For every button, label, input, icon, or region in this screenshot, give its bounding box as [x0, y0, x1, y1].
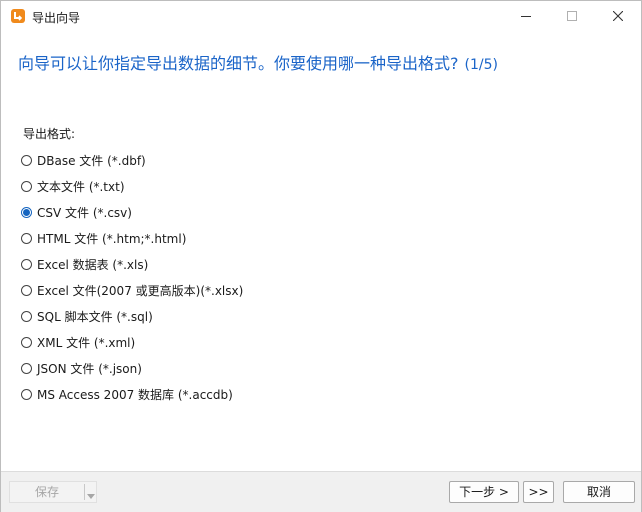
option-label: MS Access 2007 数据库 (*.accdb) — [37, 387, 233, 402]
close-icon — [613, 11, 623, 21]
format-option-csv[interactable]: CSV 文件 (*.csv) — [21, 199, 243, 225]
close-button[interactable] — [595, 1, 641, 32]
option-label: HTML 文件 (*.htm;*.html) — [37, 231, 187, 246]
option-label: SQL 脚本文件 (*.sql) — [37, 309, 153, 324]
maximize-icon — [567, 11, 577, 21]
save-button[interactable]: 保存 — [10, 482, 84, 502]
option-label: XML 文件 (*.xml) — [37, 335, 136, 350]
format-option-dbf[interactable]: DBase 文件 (*.dbf) — [21, 147, 243, 173]
option-label: DBase 文件 (*.dbf) — [37, 153, 146, 168]
step-indicator: (1/5) — [464, 57, 498, 73]
wizard-footer: 保存 下一步 > >> 取消 — [1, 471, 641, 512]
option-label: 文本文件 (*.txt) — [37, 179, 125, 194]
cancel-button[interactable]: 取消 — [563, 481, 635, 503]
radio-button[interactable] — [21, 284, 32, 296]
format-option-txt[interactable]: 文本文件 (*.txt) — [21, 173, 243, 199]
radio-button[interactable] — [21, 154, 32, 166]
next-button[interactable]: 下一步 > — [449, 481, 519, 503]
minimize-icon — [521, 16, 531, 17]
chevron-down-icon[interactable] — [87, 489, 95, 503]
format-option-accdb[interactable]: MS Access 2007 数据库 (*.accdb) — [21, 381, 243, 407]
radio-button[interactable] — [21, 336, 32, 348]
maximize-button[interactable] — [549, 1, 595, 32]
format-option-xlsx[interactable]: Excel 文件(2007 或更高版本)(*.xlsx) — [21, 277, 243, 303]
format-option-xml[interactable]: XML 文件 (*.xml) — [21, 329, 243, 355]
option-label: Excel 数据表 (*.xls) — [37, 257, 149, 272]
save-split-button[interactable]: 保存 — [9, 481, 97, 503]
radio-button[interactable] — [21, 232, 32, 244]
format-option-xls[interactable]: Excel 数据表 (*.xls) — [21, 251, 243, 277]
export-format-label: 导出格式: — [23, 127, 76, 141]
app-export-icon — [10, 8, 26, 24]
option-label: JSON 文件 (*.json) — [37, 361, 142, 376]
radio-button[interactable] — [21, 388, 32, 400]
export-wizard-window: 导出向导 向导可以让你指定导出数据的细节。你要使用哪一种导出格式? (1/5) 导… — [0, 0, 642, 512]
option-label: Excel 文件(2007 或更高版本)(*.xlsx) — [37, 283, 244, 298]
export-format-options: DBase 文件 (*.dbf) 文本文件 (*.txt) CSV 文件 (*.… — [21, 147, 243, 407]
radio-button[interactable] — [21, 310, 32, 322]
minimize-button[interactable] — [503, 1, 549, 32]
skip-to-end-button[interactable]: >> — [523, 481, 554, 503]
format-option-json[interactable]: JSON 文件 (*.json) — [21, 355, 243, 381]
window-title: 导出向导 — [32, 11, 81, 25]
heading-text: 向导可以让你指定导出数据的细节。你要使用哪一种导出格式? — [18, 54, 459, 73]
radio-button[interactable] — [21, 258, 32, 270]
title-bar[interactable]: 导出向导 — [1, 1, 641, 32]
radio-button[interactable] — [21, 362, 32, 374]
format-option-html[interactable]: HTML 文件 (*.htm;*.html) — [21, 225, 243, 251]
split-divider — [84, 484, 85, 500]
radio-button[interactable] — [21, 180, 32, 192]
option-label: CSV 文件 (*.csv) — [37, 205, 132, 220]
format-option-sql[interactable]: SQL 脚本文件 (*.sql) — [21, 303, 243, 329]
radio-button-selected[interactable] — [21, 206, 32, 218]
wizard-heading: 向导可以让你指定导出数据的细节。你要使用哪一种导出格式? (1/5) — [18, 50, 498, 74]
